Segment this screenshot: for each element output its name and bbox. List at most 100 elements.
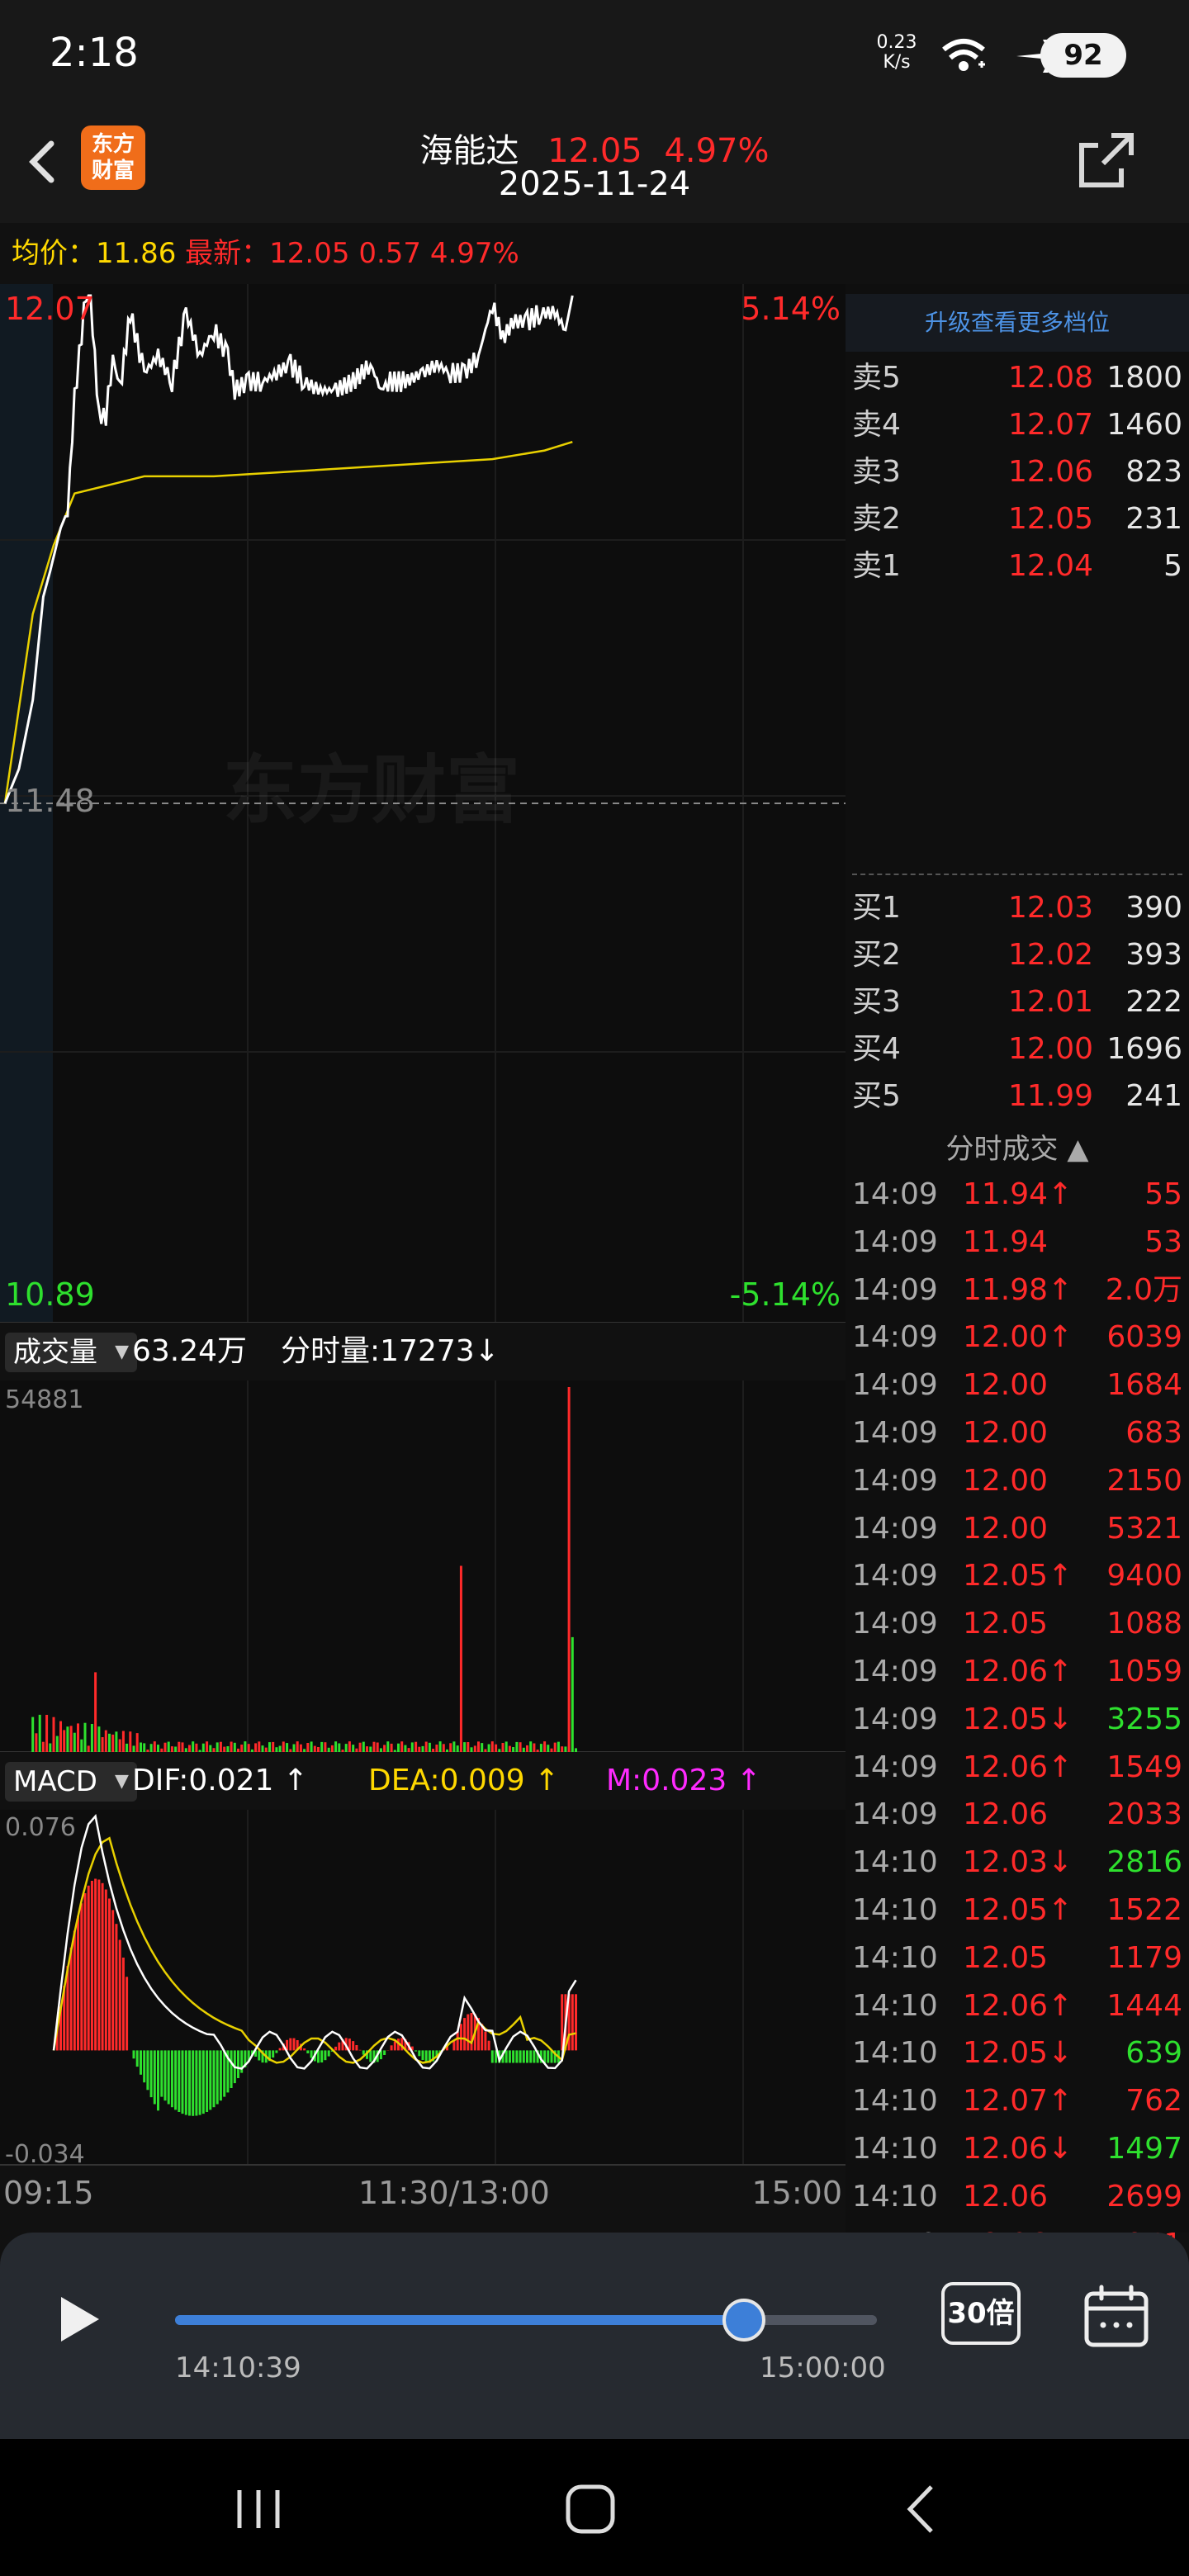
macd-bar <box>358 2049 362 2051</box>
macd-indicator-dropdown[interactable]: MACD ▼ <box>5 1762 137 1802</box>
macd-bar <box>170 2050 173 2108</box>
home-icon[interactable] <box>553 2472 628 2546</box>
macd-bar <box>132 2050 135 2059</box>
trade-time: 14:09 <box>852 1559 938 1593</box>
trade-volume: 2150 <box>1106 1463 1182 1498</box>
macd-bar <box>355 2045 358 2051</box>
volume-bar <box>313 1745 316 1752</box>
macd-bar <box>292 2038 296 2051</box>
volume-bar <box>31 1717 35 1752</box>
volume-bar <box>153 1741 156 1752</box>
macd-bar <box>135 2050 139 2067</box>
intraday-chart[interactable]: 12.07 5.14% 11.48 东方财富 10.89 -5.14% 成交量 … <box>0 284 846 2233</box>
trade-time: 14:09 <box>852 1511 938 1546</box>
trade-price: 12.05↓ <box>963 1702 1073 1736</box>
macd-bar <box>97 1879 101 2051</box>
volume-bar <box>564 1746 567 1752</box>
volume-bar <box>533 1743 536 1752</box>
trade-volume: 1497 <box>1106 2132 1182 2166</box>
volume-bar <box>104 1730 107 1752</box>
volume-bar <box>140 1742 142 1752</box>
orderbook-lab: 买5 <box>852 1079 901 1113</box>
volume-bar <box>282 1741 285 1752</box>
macd-bar <box>324 2050 327 2061</box>
macd-dea: DEA:0.009 ↑ <box>368 1752 559 1810</box>
volume-bar <box>69 1726 73 1752</box>
dropdown-arrow-icon: ▼ <box>115 1342 129 1362</box>
volume-bar <box>73 1732 76 1752</box>
trade-price: 11.94 <box>963 1224 1049 1259</box>
volume-bar <box>306 1743 310 1752</box>
orderbook-divider <box>852 874 1182 875</box>
trades-sort-toggle[interactable]: 分时成交 ▲ <box>846 1126 1189 1167</box>
macd-bar <box>327 2050 330 2057</box>
orderbook-lab: 买1 <box>852 891 901 925</box>
replay-progress-fill <box>175 2315 744 2325</box>
orderbook-vol: 393 <box>1125 938 1182 972</box>
orderbook-vol: 1460 <box>1106 408 1182 442</box>
macd-bar <box>219 2050 222 2101</box>
volume-bar <box>59 1721 62 1752</box>
volume-bar <box>178 1741 181 1752</box>
trade-time: 14:10 <box>852 1940 938 1975</box>
volume-bar <box>400 1741 404 1752</box>
trade-row: 14:10 12.05↓ 639 <box>846 2029 1189 2076</box>
volume-bar <box>310 1741 313 1752</box>
volume-bar <box>334 1741 338 1752</box>
orderbook-vol: 1800 <box>1106 361 1182 395</box>
volume-bar <box>97 1726 101 1752</box>
trade-price: 12.06↑ <box>963 1988 1073 2023</box>
trade-price: 12.05↓ <box>963 2036 1073 2071</box>
macd-bar <box>174 2050 178 2110</box>
calendar-icon[interactable] <box>1082 2284 1151 2350</box>
volume-bar <box>209 1745 212 1752</box>
orderbook-vol: 5 <box>1163 549 1182 583</box>
trade-price: 12.07↑ <box>963 2084 1073 2119</box>
orderbook-panel: 升级查看更多档位 卖5 12.08 1800 卖4 12.07 1460 卖3 12.06 82… <box>846 284 1189 2500</box>
macd-bar <box>414 2050 418 2052</box>
play-icon[interactable] <box>50 2290 107 2348</box>
volume-header: 成交量 ▼ 63.24万 分时量:17273↓ <box>0 1323 846 1380</box>
recent-apps-icon[interactable] <box>221 2472 296 2546</box>
volume-bar <box>261 1745 264 1752</box>
trade-row: 14:09 12.06 2033 <box>846 1791 1189 1838</box>
volume-bar <box>77 1723 79 1752</box>
orderbook-lab: 卖3 <box>852 455 901 489</box>
volume-bar <box>557 1741 560 1752</box>
macd-bar <box>522 2050 525 2063</box>
volume-bar <box>101 1737 104 1752</box>
macd-bar <box>104 1889 107 2051</box>
trade-price: 12.06↓ <box>963 2132 1073 2166</box>
macd-bar <box>571 1994 574 2051</box>
upgrade-link[interactable]: 升级查看更多档位 <box>846 294 1189 352</box>
macd-axis-high: 0.076 <box>5 1813 76 1842</box>
volume-indicator-dropdown[interactable]: 成交量 ▼ <box>5 1333 137 1372</box>
volume-bar <box>126 1743 129 1752</box>
macd-bar <box>393 2041 396 2051</box>
macd-bar <box>163 2050 167 2101</box>
trade-volume: 639 <box>1125 2036 1182 2071</box>
volume-bar <box>358 1742 362 1752</box>
volume-minute-arrow: ↓ <box>474 1334 500 1368</box>
trade-volume: 2699 <box>1106 2179 1182 2214</box>
volume-bar <box>299 1744 302 1752</box>
volume-bar <box>487 1744 490 1752</box>
orderbook-pr: 12.03 <box>1007 891 1093 925</box>
macd-bar <box>209 2050 212 2110</box>
network-speed: 0.23 K/s <box>874 33 920 73</box>
trade-time: 14:10 <box>852 1893 938 1927</box>
replay-progress-slider[interactable] <box>175 2299 877 2342</box>
trade-price: 12.06 <box>963 1797 1049 1832</box>
macd-bar <box>508 2050 511 2063</box>
volume-bar <box>463 1742 467 1752</box>
trade-row: 14:09 12.06↑ 1549 <box>846 1744 1189 1791</box>
price-axis-high: 12.07 <box>5 291 95 327</box>
chart-canvas[interactable] <box>0 284 846 2233</box>
volume-bar <box>55 1735 59 1752</box>
replay-progress-thumb[interactable] <box>722 2299 765 2342</box>
back-nav-icon[interactable] <box>885 2472 959 2546</box>
volume-bar <box>286 1743 289 1752</box>
share-external-icon[interactable] <box>1073 127 1139 193</box>
time-axis-mid: 11:30/13:00 <box>358 2175 550 2211</box>
replay-speed-button[interactable]: 30倍 <box>941 2282 1021 2345</box>
